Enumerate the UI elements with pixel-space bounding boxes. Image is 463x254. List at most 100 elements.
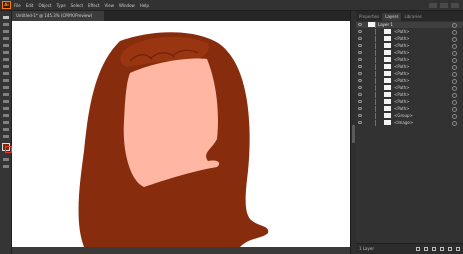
eye-icon[interactable] — [358, 93, 362, 96]
new-layer-icon[interactable] — [448, 247, 452, 251]
eye-icon[interactable] — [358, 107, 362, 110]
menu-select[interactable]: Select — [71, 3, 83, 8]
eye-icon[interactable] — [358, 51, 362, 54]
pencil-tool-icon[interactable] — [2, 78, 10, 83]
eye-icon[interactable] — [358, 100, 362, 103]
eraser-tool-icon[interactable] — [2, 85, 10, 90]
paintbrush-tool-icon[interactable] — [2, 71, 10, 76]
sublayer-row[interactable]: <Group> — [356, 113, 463, 119]
type-tool-icon[interactable] — [2, 50, 10, 55]
scrollbar-thumb[interactable] — [352, 125, 355, 143]
curvature-tool-icon[interactable] — [2, 43, 10, 48]
menu-type[interactable]: Type — [56, 3, 65, 8]
target-icon[interactable] — [452, 58, 457, 63]
new-sublayer-icon[interactable] — [440, 247, 444, 251]
selection-tool-icon[interactable] — [2, 15, 10, 20]
target-icon[interactable] — [452, 121, 457, 126]
artboard[interactable] — [12, 21, 350, 247]
sublayer-name[interactable]: <Path> — [394, 85, 410, 91]
shape-builder-tool-icon[interactable] — [2, 113, 10, 118]
eye-icon[interactable] — [358, 86, 362, 89]
eye-icon[interactable] — [358, 30, 362, 33]
tab-libraries[interactable]: Libraries — [401, 13, 424, 21]
horizontal-scrollbar[interactable] — [12, 247, 350, 254]
sublayer-name[interactable]: <Group> — [394, 113, 413, 119]
eye-icon[interactable] — [358, 114, 362, 117]
workspace-switcher[interactable] — [440, 2, 448, 8]
eye-icon[interactable] — [358, 121, 362, 124]
target-icon[interactable] — [452, 93, 457, 98]
drawing-modes-icon[interactable] — [2, 157, 10, 162]
eye-icon[interactable] — [358, 58, 362, 61]
target-icon[interactable] — [452, 107, 457, 112]
menu-window[interactable]: Window — [119, 3, 135, 8]
sublayer-name[interactable]: <Path> — [394, 64, 410, 70]
document-tab[interactable]: Untitled-1* @ 145.3% (CMYK/Preview) — [12, 11, 104, 21]
target-icon[interactable] — [452, 51, 457, 56]
sublayer-name[interactable]: <Path> — [394, 50, 410, 56]
target-icon[interactable] — [452, 72, 457, 77]
eye-icon[interactable] — [358, 44, 362, 47]
target-icon[interactable] — [452, 37, 457, 42]
layer-name[interactable]: Layer 1 — [378, 22, 393, 28]
tab-properties[interactable]: Properties — [356, 13, 382, 21]
arrange-documents-button[interactable] — [429, 2, 437, 8]
canvas-area[interactable] — [12, 21, 350, 254]
sublayer-name[interactable]: <Path> — [394, 78, 410, 84]
eye-icon[interactable] — [358, 65, 362, 68]
sublayer-name[interactable]: <Path> — [394, 43, 410, 49]
menu-file[interactable]: File — [14, 3, 21, 8]
sublayer-row[interactable]: <Path> — [356, 71, 463, 77]
export-icon[interactable] — [416, 247, 420, 251]
target-icon[interactable] — [452, 23, 457, 28]
sublayer-name[interactable]: <Path> — [394, 106, 410, 112]
sublayer-name[interactable]: <Path> — [394, 71, 410, 77]
search-box[interactable] — [451, 2, 459, 8]
sublayer-name[interactable]: <Image> — [394, 120, 413, 126]
zoom-tool-icon[interactable] — [2, 134, 10, 139]
sublayer-row[interactable]: <Path> — [356, 36, 463, 42]
menu-effect[interactable]: Effect — [88, 3, 100, 8]
sublayer-row[interactable]: <Path> — [356, 106, 463, 112]
sublayer-row[interactable]: <Path> — [356, 92, 463, 98]
eyedropper-tool-icon[interactable] — [2, 120, 10, 125]
sublayer-row[interactable]: <Path> — [356, 57, 463, 63]
sublayer-row[interactable]: <Path> — [356, 78, 463, 84]
sublayer-name[interactable]: <Path> — [394, 57, 410, 63]
hand-tool-icon[interactable] — [2, 127, 10, 132]
sublayer-name[interactable]: <Path> — [394, 99, 410, 105]
tab-layers[interactable]: Layers — [382, 13, 402, 21]
target-icon[interactable] — [452, 44, 457, 49]
width-tool-icon[interactable] — [2, 106, 10, 111]
sublayer-name[interactable]: <Path> — [394, 29, 410, 35]
target-icon[interactable] — [452, 79, 457, 84]
direct-selection-tool-icon[interactable] — [2, 22, 10, 27]
sublayer-row[interactable]: <Path> — [356, 64, 463, 70]
menu-view[interactable]: View — [105, 3, 115, 8]
sublayer-name[interactable]: <Path> — [394, 92, 410, 98]
magic-wand-tool-icon[interactable] — [2, 29, 10, 34]
menu-object[interactable]: Object — [38, 3, 51, 8]
rectangle-tool-icon[interactable] — [2, 64, 10, 69]
sublayer-row[interactable]: <Path> — [356, 43, 463, 49]
eye-icon[interactable] — [358, 23, 362, 26]
trash-icon[interactable] — [456, 247, 460, 251]
sublayer-row[interactable]: <Path> — [356, 99, 463, 105]
eye-icon[interactable] — [358, 37, 362, 40]
eye-icon[interactable] — [358, 79, 362, 82]
line-tool-icon[interactable] — [2, 57, 10, 62]
sublayer-name[interactable]: <Path> — [394, 36, 410, 42]
stroke-color-swatch[interactable] — [5, 146, 12, 153]
rotate-tool-icon[interactable] — [2, 92, 10, 97]
scale-tool-icon[interactable] — [2, 99, 10, 104]
target-icon[interactable] — [452, 114, 457, 119]
layer-row[interactable]: Layer 1 — [356, 22, 463, 28]
menu-edit[interactable]: Edit — [26, 3, 34, 8]
screen-mode-icon[interactable] — [2, 164, 10, 169]
sublayer-row[interactable]: <Path> — [356, 85, 463, 91]
pen-tool-icon[interactable] — [2, 36, 10, 41]
locate-object-icon[interactable] — [424, 247, 428, 251]
target-icon[interactable] — [452, 65, 457, 70]
target-icon[interactable] — [452, 100, 457, 105]
clipping-mask-icon[interactable] — [432, 247, 436, 251]
